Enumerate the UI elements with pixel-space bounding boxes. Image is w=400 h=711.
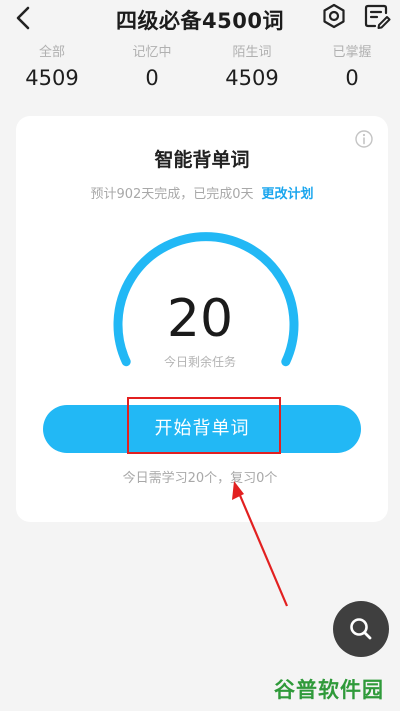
stat-memorizing[interactable]: 记忆中 0	[102, 44, 202, 91]
stat-value: 4509	[25, 66, 79, 90]
plan-summary: 预计902天完成，已完成0天 更改计划	[16, 183, 388, 202]
plan-progress-text: 预计902天完成，已完成0天	[90, 187, 254, 202]
watermark-logo: 谷普软件园	[274, 678, 384, 702]
stat-label: 记忆中	[132, 45, 172, 60]
stat-unfamiliar[interactable]: 陌生词 4509	[202, 44, 302, 91]
today-plan-summary: 今日需学习20个，复习0个	[122, 471, 278, 486]
stat-value: 0	[345, 66, 359, 90]
change-plan-link[interactable]: 更改计划	[262, 187, 314, 202]
card-title: 智能背单词	[154, 149, 250, 171]
stat-value: 0	[145, 66, 159, 90]
search-fab[interactable]	[333, 601, 389, 657]
stat-all[interactable]: 全部 4509	[2, 44, 102, 91]
word-list-icon[interactable]	[362, 1, 392, 31]
remaining-task-caption: 今日剩余任务	[163, 355, 236, 369]
stat-label: 陌生词	[232, 45, 272, 60]
annotation-highlight-box	[127, 397, 281, 454]
stat-value: 4509	[225, 66, 279, 90]
search-icon	[350, 618, 372, 640]
stat-label: 全部	[38, 45, 65, 60]
settings-icon[interactable]	[319, 1, 349, 31]
stat-mastered[interactable]: 已掌握 0	[302, 44, 400, 91]
stat-label: 已掌握	[332, 45, 372, 60]
remaining-task-count: 20	[166, 289, 234, 349]
header-bar: 四级必备4500词	[0, 0, 400, 36]
